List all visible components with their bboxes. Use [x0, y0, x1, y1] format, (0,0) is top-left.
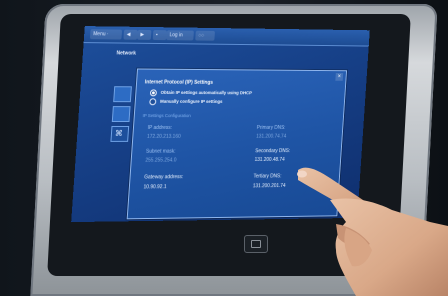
- fingernail: [297, 170, 307, 178]
- pointing-hand: [297, 167, 448, 296]
